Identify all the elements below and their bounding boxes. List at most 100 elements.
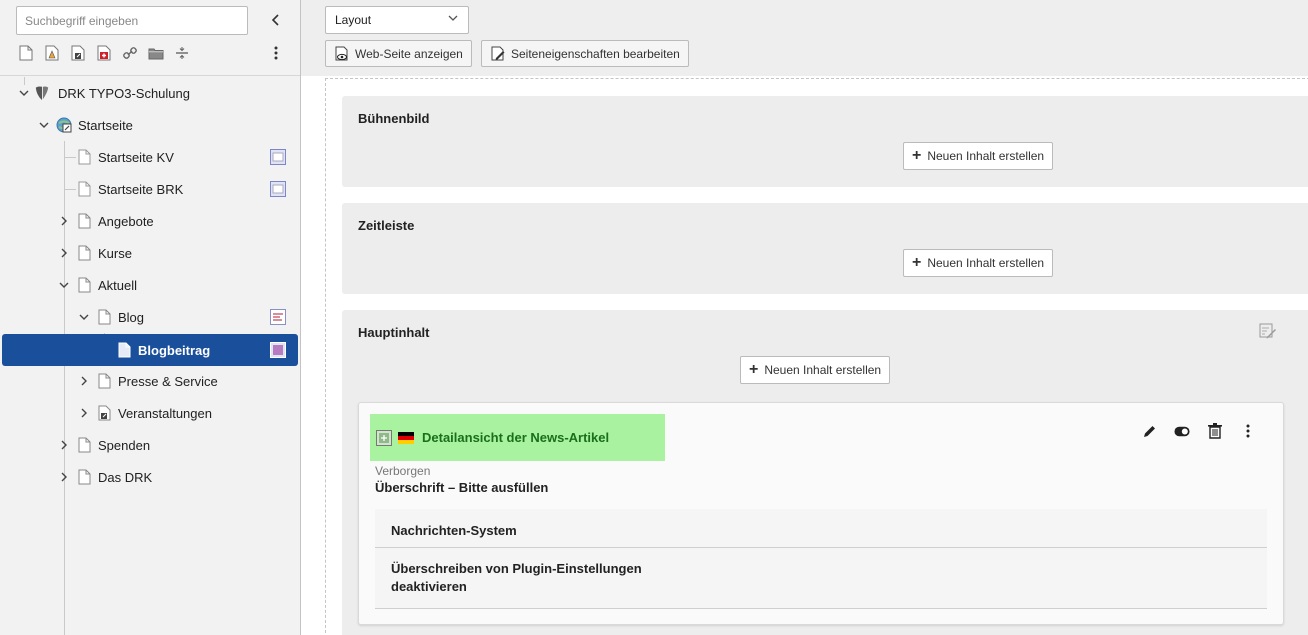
column-title: Bühnenbild xyxy=(358,111,430,126)
tree-item-label: Blogbeitrag xyxy=(138,342,211,358)
page-icon xyxy=(96,308,112,326)
chevron-right-icon[interactable] xyxy=(77,406,91,420)
german-flag-icon xyxy=(398,431,414,444)
new-content-button[interactable]: + Neuen Inhalt erstellen xyxy=(740,356,891,384)
flexform-row: Nachrichten-System xyxy=(375,509,1267,548)
chevron-right-icon[interactable] xyxy=(57,214,71,228)
tree-item-root[interactable]: DRK TYPO3-Schulung xyxy=(0,77,300,109)
tree-item-das-drk[interactable]: Das DRK xyxy=(0,461,300,493)
more-vertical-icon xyxy=(1246,424,1250,438)
tree-item-angebote[interactable]: Angebote xyxy=(0,205,300,237)
column-buehnenbild: Bühnenbild + Neuen Inhalt erstellen xyxy=(342,96,1308,187)
chevron-left-icon xyxy=(271,14,279,26)
tree-more-menu-button[interactable] xyxy=(266,43,286,63)
tree-item-startseite-kv[interactable]: Startseite KV xyxy=(0,141,300,173)
flexform-row-label-continued: deaktivieren xyxy=(391,579,467,594)
flexform-row-label: Überschreiben von Plugin-Einstellungen xyxy=(391,561,642,576)
chevron-right-icon[interactable] xyxy=(57,438,71,452)
view-webpage-button[interactable]: Web-Seite anzeigen xyxy=(325,40,472,67)
new-spacer-icon[interactable] xyxy=(172,43,191,62)
tree-item-veranstaltungen[interactable]: Veranstaltungen xyxy=(0,397,300,429)
tree-item-kurse[interactable]: Kurse xyxy=(0,237,300,269)
column-zeitleiste: Zeitleiste + Neuen Inhalt erstellen xyxy=(342,203,1308,294)
tree-item-label: Angebote xyxy=(98,213,154,229)
tree-item-label: Startseite xyxy=(78,117,133,133)
chevron-down-icon[interactable] xyxy=(17,86,31,100)
page-icon xyxy=(76,244,92,262)
toggle-icon xyxy=(1174,426,1190,436)
new-content-button[interactable]: + Neuen Inhalt erstellen xyxy=(903,142,1054,170)
tree-item-label: Startseite BRK xyxy=(98,181,184,197)
more-actions-button[interactable] xyxy=(1240,423,1256,439)
chevron-right-icon[interactable] xyxy=(57,246,71,260)
delete-button[interactable] xyxy=(1207,423,1223,439)
collapse-tree-button[interactable] xyxy=(266,10,286,30)
backend-layout-icon xyxy=(270,181,286,197)
new-shortcut-page-icon[interactable] xyxy=(68,43,87,62)
tree-item-aktuell[interactable]: Aktuell xyxy=(0,269,300,301)
content-element-title: Detailansicht der News-Artikel xyxy=(422,430,610,445)
new-mountpoint-icon[interactable] xyxy=(94,43,113,62)
tree-item-blogbeitrag[interactable]: Blogbeitrag xyxy=(2,334,298,366)
new-backend-page-icon[interactable] xyxy=(42,43,61,62)
tree-item-spenden[interactable]: Spenden xyxy=(0,429,300,461)
content-element-actions xyxy=(1141,423,1256,439)
tree-toolbar xyxy=(0,0,300,76)
chevron-down-icon[interactable] xyxy=(77,310,91,324)
page-icon xyxy=(76,148,92,166)
new-link-icon[interactable] xyxy=(120,43,139,62)
tree-item-label: Blog xyxy=(118,309,145,325)
doc-header: Layout Web-Seite anzeigen Seiteneigensch… xyxy=(301,0,1308,76)
layout-select[interactable]: Layout xyxy=(325,6,469,34)
edit-column-icon[interactable] xyxy=(1259,322,1277,340)
new-content-label: Neuen Inhalt erstellen xyxy=(764,363,882,377)
toggle-visibility-button[interactable] xyxy=(1174,423,1190,439)
content-element-heading: Überschrift – Bitte ausfüllen xyxy=(375,480,549,495)
new-page-icon[interactable] xyxy=(16,43,35,62)
page-icon xyxy=(96,372,112,390)
view-page-icon xyxy=(335,46,348,60)
tree-item-label: Das DRK xyxy=(98,469,153,485)
plus-icon: + xyxy=(912,254,922,271)
trash-icon xyxy=(1208,423,1222,439)
new-content-label: Neuen Inhalt erstellen xyxy=(927,149,1045,163)
tree-item-startseite-brk[interactable]: Startseite BRK xyxy=(0,173,300,205)
search-input[interactable] xyxy=(16,6,248,35)
flexform-row: Überschreiben von Plugin-Einstellungen d… xyxy=(375,548,1267,609)
hidden-status: Verborgen xyxy=(375,464,431,478)
plus-icon: + xyxy=(912,147,922,164)
edit-page-properties-button[interactable]: Seiteneigenschaften bearbeiten xyxy=(481,40,689,67)
tree-item-label: Startseite KV xyxy=(98,149,174,165)
tree-item-label: Presse & Service xyxy=(118,373,218,389)
page-icon xyxy=(76,436,92,454)
new-content-label: Neuen Inhalt erstellen xyxy=(927,256,1045,270)
page-icon xyxy=(76,276,92,294)
new-folder-icon[interactable] xyxy=(146,43,165,62)
backend-layout-icon xyxy=(270,149,286,165)
content-element-header[interactable]: Detailansicht der News-Artikel xyxy=(370,414,665,461)
page-tree-panel: DRK TYPO3-Schulung Startseite Startseite… xyxy=(0,0,301,635)
edit-button[interactable] xyxy=(1141,423,1157,439)
chevron-right-icon[interactable] xyxy=(57,470,71,484)
typo3-logo-icon xyxy=(34,84,50,102)
tree-toolbar-icons xyxy=(16,43,191,62)
pencil-icon xyxy=(1143,425,1155,437)
view-webpage-label: Web-Seite anzeigen xyxy=(355,46,463,61)
more-vertical-icon xyxy=(274,46,278,60)
tree-item-presse-service[interactable]: Presse & Service xyxy=(0,365,300,397)
chevron-down-icon xyxy=(448,15,458,21)
chevron-down-icon[interactable] xyxy=(37,118,51,132)
tree-item-label: Kurse xyxy=(98,245,132,261)
tree-item-label: DRK TYPO3-Schulung xyxy=(58,85,190,101)
edit-page-icon xyxy=(491,46,505,60)
tree-item-blog[interactable]: Blog xyxy=(0,301,300,333)
flexform-row-label: Nachrichten-System xyxy=(391,523,517,538)
chevron-down-icon[interactable] xyxy=(57,278,71,292)
tree-item-startseite[interactable]: Startseite xyxy=(0,109,300,141)
edit-page-properties-label: Seiteneigenschaften bearbeiten xyxy=(511,46,680,61)
new-content-button[interactable]: + Neuen Inhalt erstellen xyxy=(903,249,1054,277)
column-title: Zeitleiste xyxy=(358,218,415,233)
tree-item-label: Veranstaltungen xyxy=(118,405,212,421)
chevron-right-icon[interactable] xyxy=(77,374,91,388)
shortcut-page-icon xyxy=(96,404,112,422)
